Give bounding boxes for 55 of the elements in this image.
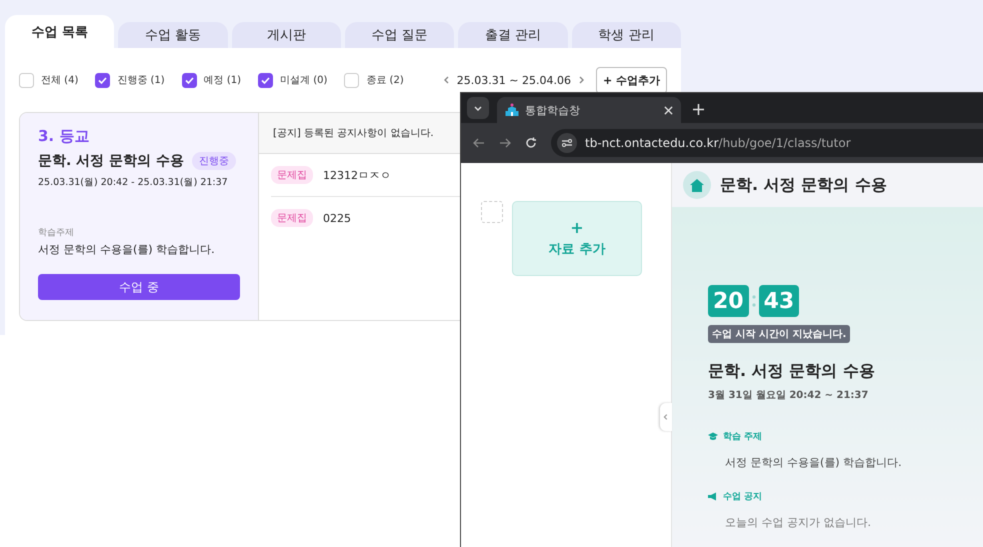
tab[interactable]: 수업 활동 [118,22,228,48]
graduation-cap-icon [708,432,718,441]
material-name[interactable]: 0225 [323,212,351,224]
new-tab-icon[interactable] [693,104,704,115]
browser-tab[interactable]: 통합학습창 [497,97,681,123]
filter-label: 전체 (4) [41,74,78,87]
material-name[interactable]: 12312ㅁㅈㅇ [323,168,391,182]
section-text: 서정 문학의 수용을(를) 학습합니다. [725,455,903,470]
back-icon[interactable] [473,137,485,149]
date-range: 25.03.31 ~ 25.04.06 [456,74,571,86]
tab-list-button[interactable] [467,97,489,119]
status-tooltip: 수업 시작 시간이 지났습니다. [708,325,850,343]
site-settings-icon[interactable] [557,133,577,153]
material-tag: 문제집 [271,209,313,227]
collapse-handle[interactable] [660,403,672,431]
header-title: 문학. 서정 문학의 수용 [720,174,887,196]
address-bar[interactable]: tb-nct.ontactedu.co.kr/hub/goe/1/class/tutor [551,129,983,157]
tab[interactable]: 수업 목록 [5,15,114,48]
tab[interactable]: 게시판 [232,22,341,48]
checkbox[interactable] [182,72,197,88]
section-label: 수업 공지 [723,491,762,503]
reload-icon[interactable] [525,137,537,149]
clock-minute: 43 [758,285,800,317]
filter-label: 미설계 (0) [280,74,328,87]
colon-icon [752,293,756,309]
lesson-period: 3. 등교 [38,127,90,146]
topic-label: 학습주제 [38,227,75,239]
lesson-title: 문학. 서정 문학의 수용 [38,152,184,170]
add-lesson-button[interactable]: + 수업추가 [596,66,667,94]
collapse-icon[interactable] [662,413,670,421]
filter-label: 예정 (1) [204,74,242,87]
filter-label: 진행중 (1) [117,74,165,87]
clock-hour: 20 [708,285,749,317]
tab[interactable]: 학생 관리 [572,22,681,48]
section-text: 오늘의 수업 공지가 없습니다. [725,515,872,530]
tab[interactable]: 수업 질문 [344,22,454,48]
in-class-button[interactable]: 수업 중 [38,274,240,300]
section-label: 학습 주제 [723,431,762,443]
status-badge: 진행중 [192,152,236,170]
home-button[interactable] [683,171,711,199]
checkbox[interactable] [258,72,274,88]
close-icon[interactable] [664,106,673,114]
class-time: 3월 31일 월요일 20:42 ~ 21:37 [708,389,870,402]
lesson-time: 25.03.31(월) 20:42 - 25.03.31(월) 21:37 [38,176,229,189]
home-icon [690,178,704,192]
checkbox[interactable] [95,72,110,88]
forward-icon[interactable] [499,137,511,149]
filter-label: 종료 (2) [366,74,404,87]
school-icon [505,103,519,117]
topic-text: 서정 문학의 수용을(를) 학습합니다. [38,242,216,257]
select-checkbox[interactable] [481,201,503,223]
tab[interactable]: 출결 관리 [458,22,568,48]
megaphone-icon [708,492,718,501]
class-title: 문학. 서정 문학의 수용 [708,361,876,382]
material-tag: 문제집 [271,166,313,184]
